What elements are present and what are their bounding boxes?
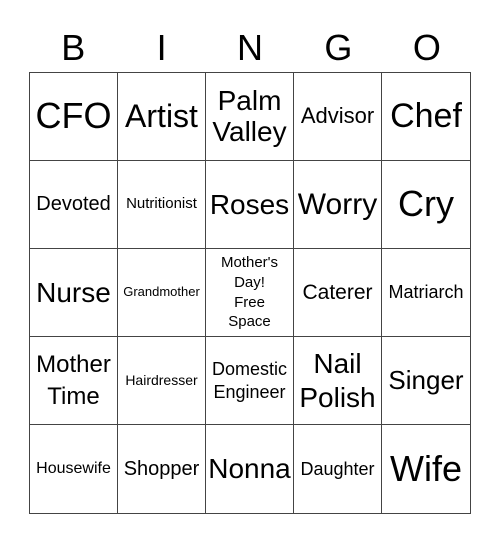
bingo-grid: CFO Artist Palm Valley Advisor Chef Devo…: [29, 72, 471, 514]
free-space-cell: Mother's Day! Free Space: [206, 249, 294, 337]
bingo-cell: Mother Time: [30, 337, 118, 425]
header-letter-i: I: [156, 27, 167, 68]
bingo-header: B I N G O: [29, 26, 471, 70]
bingo-cell: Hairdresser: [118, 337, 206, 425]
bingo-cell: Singer: [382, 337, 470, 425]
bingo-cell: Devoted: [30, 161, 118, 249]
bingo-cell: Nurse: [30, 249, 118, 337]
bingo-cell: Nonna: [206, 425, 294, 513]
bingo-cell: Chef: [382, 73, 470, 161]
bingo-cell: Wife: [390, 447, 462, 489]
header-letter-b: B: [61, 27, 86, 68]
bingo-cell: Roses: [206, 161, 294, 249]
bingo-cell: CFO: [30, 73, 118, 161]
bingo-cell: Nail Polish: [294, 337, 382, 425]
bingo-cell: Cry: [382, 161, 470, 249]
bingo-cell: Worry: [294, 161, 382, 249]
bingo-cell: Housewife: [30, 425, 118, 513]
bingo-cell: Advisor: [294, 73, 382, 161]
bingo-cell: Caterer: [294, 249, 382, 337]
bingo-cell: Matriarch: [382, 249, 470, 337]
header-letter-n: N: [237, 27, 264, 68]
bingo-cell: Grandmother: [118, 249, 206, 337]
bingo-cell: Domestic Engineer: [206, 337, 294, 425]
bingo-cell: Shopper: [118, 425, 206, 513]
bingo-cell: Artist: [118, 73, 206, 161]
bingo-cell: Nutritionist: [118, 161, 206, 249]
header-letter-g: G: [324, 27, 353, 68]
bingo-cell: Daughter: [294, 425, 382, 513]
bingo-cell: Palm Valley: [206, 73, 294, 161]
header-letter-o: O: [412, 27, 441, 68]
